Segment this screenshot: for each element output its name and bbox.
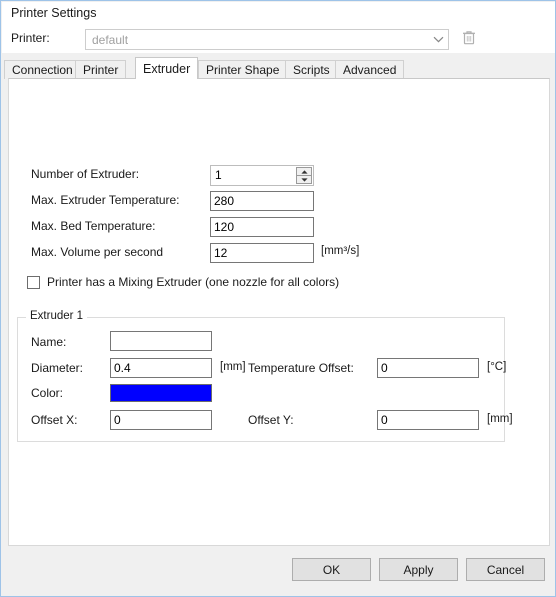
tab-printer[interactable]: Printer <box>75 60 127 79</box>
offset-x-label: Offset X: <box>31 413 78 427</box>
max-extruder-temperature-label: Max. Extruder Temperature: <box>31 193 180 207</box>
delete-printer-button[interactable] <box>458 29 480 50</box>
max-volume-per-second-input[interactable]: 12 <box>210 243 314 263</box>
cancel-button[interactable]: Cancel <box>466 558 545 581</box>
printer-settings-dialog: Printer Settings Printer: default Connec… <box>0 0 556 597</box>
extruder-1-groupbox-title: Extruder 1 <box>26 310 88 322</box>
ok-button[interactable]: OK <box>292 558 371 581</box>
tab-advanced[interactable]: Advanced <box>335 60 405 79</box>
offset-y-label: Offset Y: <box>248 413 294 427</box>
tab-extruder[interactable]: Extruder <box>135 57 199 79</box>
mixing-extruder-checkbox[interactable] <box>27 275 40 289</box>
printer-label: Printer: <box>11 31 50 45</box>
max-bed-temperature-label: Max. Bed Temperature: <box>31 219 156 233</box>
stepper-down-button[interactable] <box>297 176 311 183</box>
extruder-name-label: Name: <box>31 335 67 349</box>
tab-bar: Connection Printer Extruder Printer Shap… <box>2 57 555 79</box>
offset-x-input[interactable]: 0 <box>110 410 212 430</box>
trash-icon <box>462 30 476 50</box>
stepper-buttons <box>296 167 312 184</box>
window-title: Printer Settings <box>11 6 97 20</box>
extruder-name-input[interactable] <box>110 331 212 351</box>
mixing-extruder-label: Printer has a Mixing Extruder (one nozzl… <box>47 275 340 289</box>
tab-scripts[interactable]: Scripts <box>285 60 338 79</box>
apply-button[interactable]: Apply <box>379 558 458 581</box>
extruder-diameter-input[interactable]: 0.4 <box>110 358 212 378</box>
number-of-extruder-stepper[interactable]: 1 <box>210 165 314 186</box>
offset-y-input[interactable]: 0 <box>377 410 479 430</box>
offset-unit-label: [mm] <box>487 413 513 425</box>
number-of-extruder-label: Number of Extruder: <box>31 167 140 181</box>
mixing-extruder-checkbox-row[interactable]: Printer has a Mixing Extruder (one nozzl… <box>27 275 339 289</box>
max-volume-per-second-label: Max. Volume per second <box>31 245 164 259</box>
diameter-unit-label: [mm] <box>220 361 246 373</box>
dialog-footer: OK Apply Cancel <box>2 547 555 596</box>
number-of-extruder-value: 1 <box>215 168 222 182</box>
extruder-diameter-label: Diameter: <box>31 361 84 375</box>
extruder-tab-panel: Number of Extruder: 1 Max. Extruder Temp… <box>8 78 550 546</box>
temperature-offset-input[interactable]: 0 <box>377 358 479 378</box>
extruder-color-label: Color: <box>31 386 64 400</box>
temperature-offset-unit-label: [°C] <box>487 361 507 373</box>
title-bar: Printer Settings <box>2 2 555 25</box>
tab-connection[interactable]: Connection <box>4 60 81 79</box>
max-bed-temperature-input[interactable]: 120 <box>210 217 314 237</box>
extruder-color-swatch[interactable] <box>110 384 212 402</box>
max-volume-unit-label: [mm³/s] <box>321 245 360 257</box>
tab-printer-shape[interactable]: Printer Shape <box>198 60 288 79</box>
temperature-offset-label: Temperature Offset: <box>248 361 354 375</box>
max-extruder-temperature-input[interactable]: 280 <box>210 191 314 211</box>
stepper-up-button[interactable] <box>297 168 311 176</box>
printer-selector-row: Printer: default <box>2 25 555 53</box>
printer-dropdown-value: default <box>92 32 129 47</box>
printer-dropdown[interactable]: default <box>85 29 449 50</box>
chevron-down-icon <box>428 36 448 43</box>
